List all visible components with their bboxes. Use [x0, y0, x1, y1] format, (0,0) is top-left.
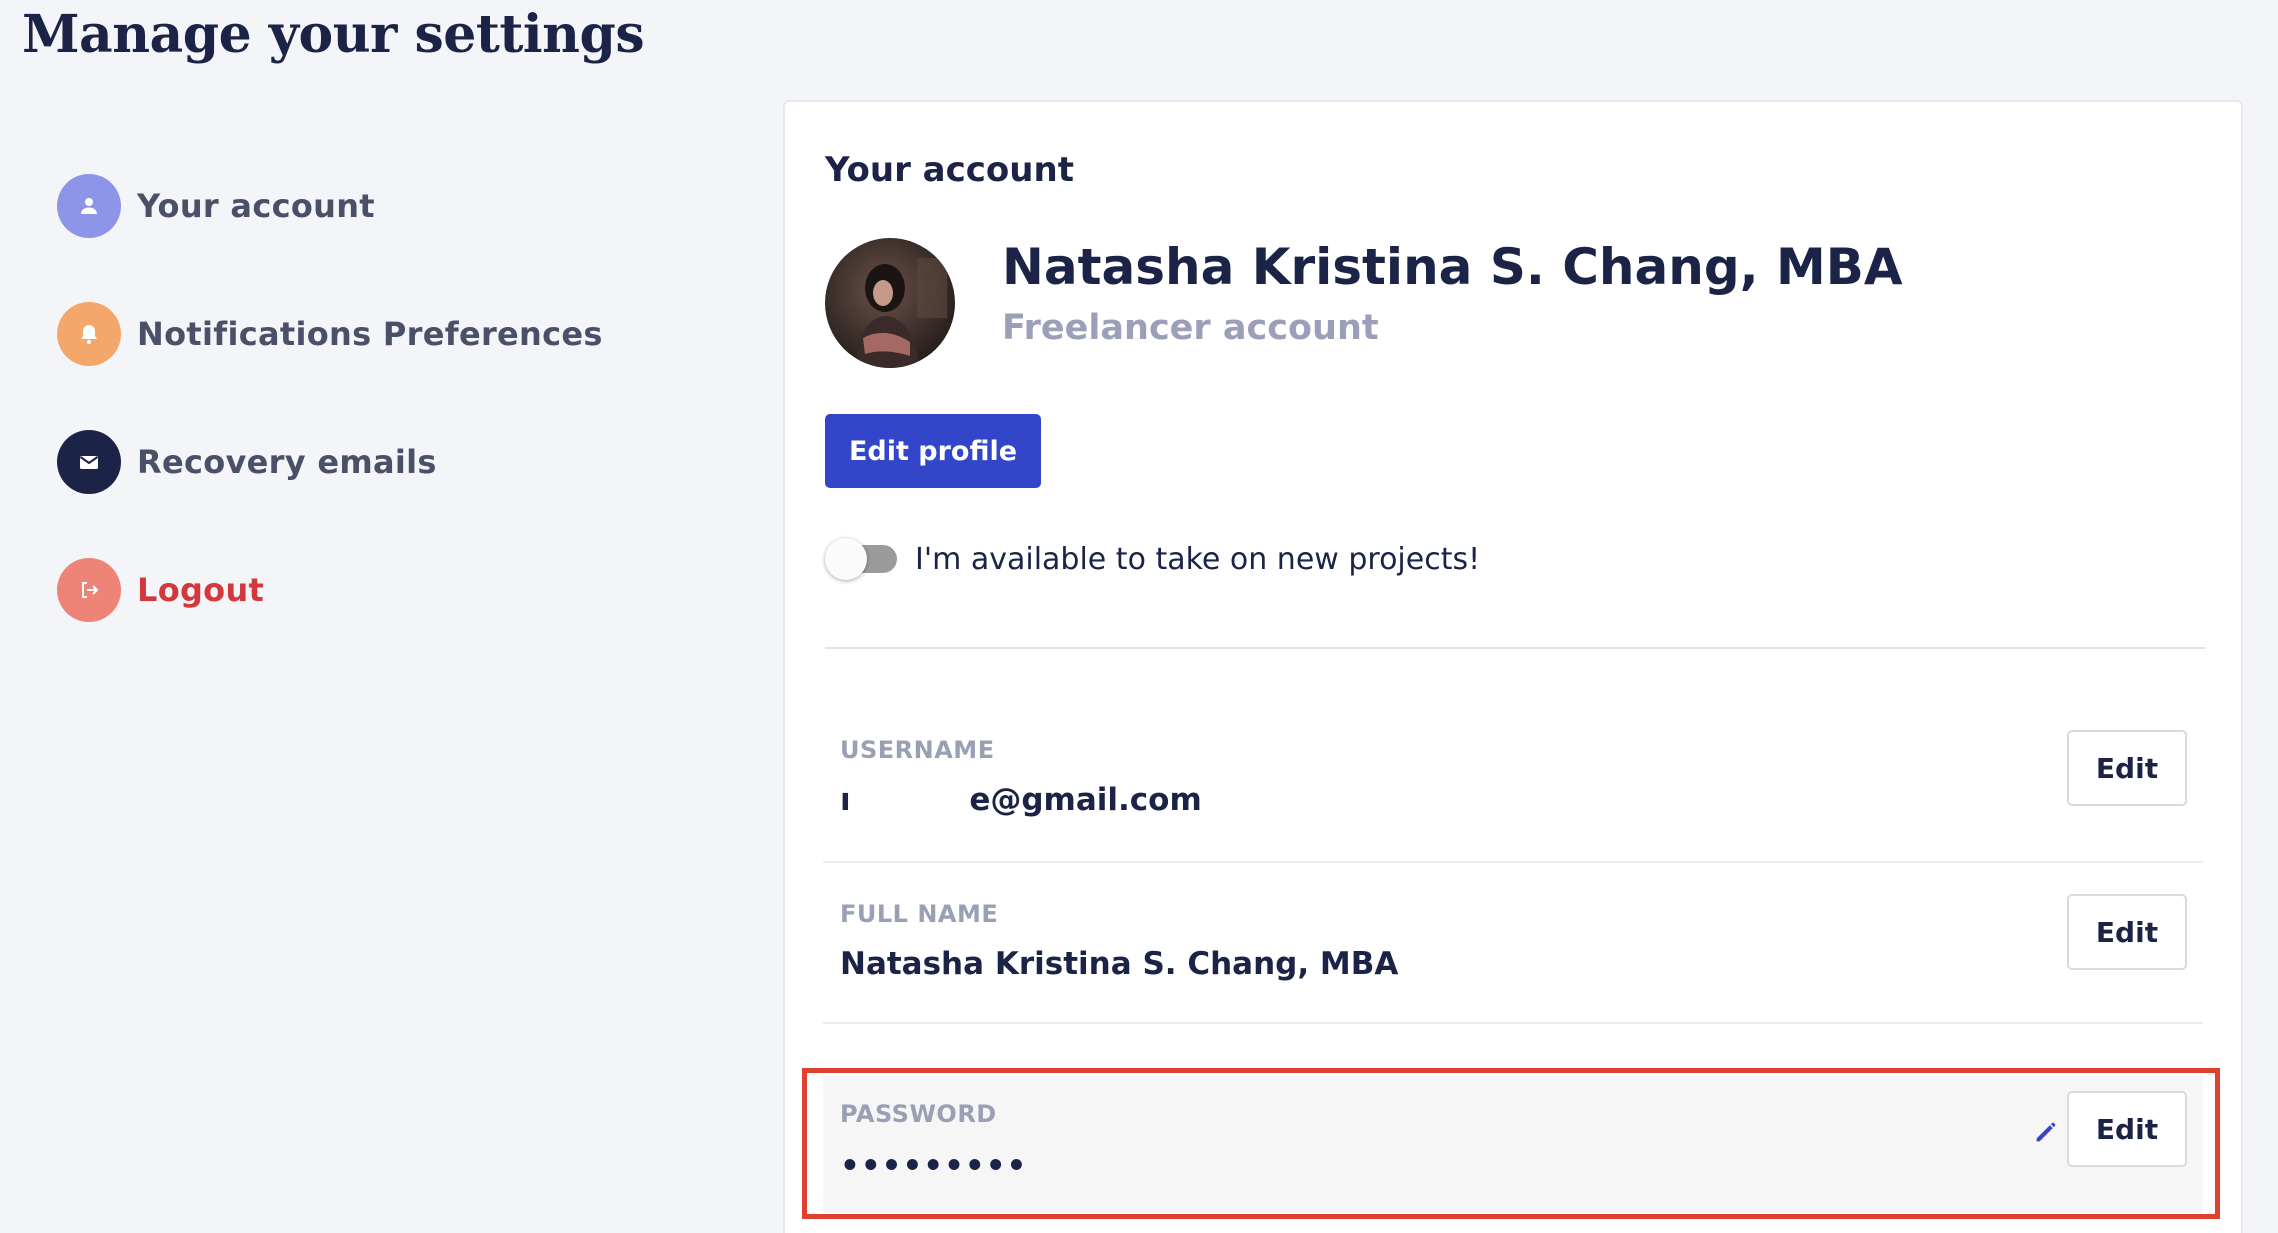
full-name-label: FULL NAME	[840, 900, 999, 928]
highlight-box	[802, 1068, 2220, 1219]
toggle-knob	[825, 538, 867, 580]
sidebar-item-label: Recovery emails	[137, 443, 437, 481]
sidebar-item-notifications-preferences[interactable]: Notifications Preferences	[57, 302, 677, 366]
bell-icon	[57, 302, 121, 366]
sidebar-item-label: Logout	[137, 571, 265, 609]
availability-row: I'm available to take on new projects!	[825, 538, 1480, 580]
mail-icon	[57, 430, 121, 494]
page-title: Manage your settings	[22, 4, 645, 65]
username-label: USERNAME	[840, 736, 995, 764]
availability-toggle[interactable]	[825, 538, 899, 580]
username-value: ı e@gmail.com	[840, 782, 1202, 818]
account-type: Freelancer account	[1002, 308, 1379, 348]
user-icon	[57, 174, 121, 238]
edit-profile-button[interactable]: Edit profile	[825, 414, 1041, 488]
sidebar-item-label: Notifications Preferences	[137, 315, 603, 353]
full-name-value: Natasha Kristina S. Chang, MBA	[840, 946, 1399, 982]
section-heading: Your account	[825, 150, 1074, 190]
logout-icon	[57, 558, 121, 622]
profile-name: Natasha Kristina S. Chang, MBA	[1002, 238, 1903, 296]
settings-sidebar: Your account Notifications Preferences R…	[57, 174, 677, 686]
edit-full-name-button[interactable]: Edit	[2067, 894, 2187, 970]
username-row: USERNAME ı e@gmail.com Edit	[823, 720, 2203, 863]
avatar	[825, 238, 955, 368]
divider	[825, 647, 2205, 649]
sidebar-item-label: Your account	[137, 187, 375, 225]
sidebar-item-logout[interactable]: Logout	[57, 558, 677, 622]
account-card: Your account Natasha Kristina S. Chang, …	[783, 100, 2243, 1233]
edit-username-button[interactable]: Edit	[2067, 730, 2187, 806]
availability-label: I'm available to take on new projects!	[915, 541, 1481, 577]
sidebar-item-recovery-emails[interactable]: Recovery emails	[57, 430, 677, 494]
sidebar-item-your-account[interactable]: Your account	[57, 174, 677, 238]
full-name-row: FULL NAME Natasha Kristina S. Chang, MBA…	[823, 864, 2203, 1024]
